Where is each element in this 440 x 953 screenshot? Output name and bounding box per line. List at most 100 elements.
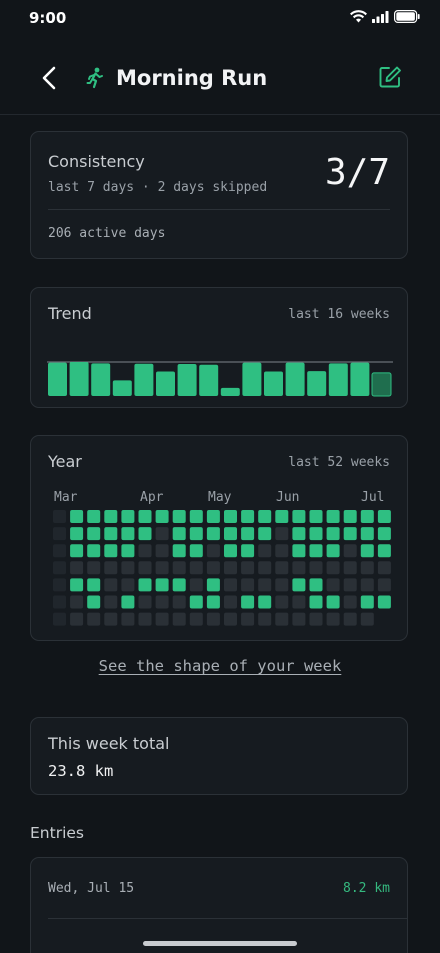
heatmap-cell xyxy=(189,510,203,523)
heatmap-cell xyxy=(155,544,169,558)
heatmap-cell xyxy=(189,612,203,626)
heatmap-cell xyxy=(258,578,272,592)
heatmap-cell xyxy=(172,561,186,575)
entry-date[interactable]: Wed, Jul 15 xyxy=(48,881,134,896)
trend-range: last 16 weeks xyxy=(288,307,390,322)
heatmap-cell xyxy=(172,595,186,609)
heatmap-cell xyxy=(309,510,323,523)
heatmap-cell xyxy=(360,510,374,523)
heatmap-cell xyxy=(104,612,118,626)
heatmap-cell xyxy=(309,595,323,609)
heatmap-cell xyxy=(155,578,169,592)
heatmap-cell xyxy=(343,510,357,523)
heatmap-cell xyxy=(87,595,101,609)
heatmap-cell xyxy=(53,510,66,523)
heatmap-cell xyxy=(172,612,186,626)
heatmap-cell xyxy=(87,578,101,592)
heatmap-cell xyxy=(87,527,101,541)
heatmap-cell xyxy=(326,595,340,609)
trend-bar xyxy=(48,362,67,396)
heatmap-cell xyxy=(53,561,66,575)
heatmap-cell xyxy=(172,510,186,523)
heatmap-cell xyxy=(138,544,152,558)
shape-of-week-link[interactable]: See the shape of your week xyxy=(0,657,440,675)
heatmap-cell xyxy=(172,544,186,558)
heatmap-cell xyxy=(292,527,306,541)
edit-icon[interactable] xyxy=(378,65,402,89)
heatmap-cell xyxy=(275,510,289,523)
trend-bar xyxy=(91,363,111,396)
heatmap-cell xyxy=(121,595,135,609)
heatmap-cell xyxy=(377,544,391,558)
heatmap-cell xyxy=(292,561,306,575)
home-indicator[interactable] xyxy=(143,941,297,946)
heatmap-cell xyxy=(258,595,272,609)
heatmap-cell xyxy=(104,561,118,575)
year-card[interactable]: Year last 52 weeks Mar Apr May Jun Jul xyxy=(30,435,408,641)
status-bar: 9:00 xyxy=(0,0,440,36)
heatmap-cell xyxy=(189,595,203,609)
heatmap-cell xyxy=(224,612,237,626)
back-chevron-icon[interactable] xyxy=(38,64,62,92)
trend-bar xyxy=(328,363,348,396)
heatmap-cell xyxy=(121,544,135,558)
wifi-icon xyxy=(350,10,367,23)
year-label: Year xyxy=(48,452,82,471)
heatmap-cell xyxy=(309,578,323,592)
week-total-card: This week total 23.8 km xyxy=(30,717,408,795)
entry-divider xyxy=(48,918,407,919)
heatmap-cell xyxy=(70,561,84,575)
heatmap-cell xyxy=(360,561,374,575)
heatmap-cell xyxy=(360,595,374,609)
heatmap-cell xyxy=(224,510,237,523)
trend-bar xyxy=(242,362,262,396)
heatmap-cell xyxy=(206,612,220,626)
heatmap-cell xyxy=(155,595,169,609)
heatmap-cell xyxy=(275,595,289,609)
heatmap-cell xyxy=(53,578,66,592)
heatmap-cell xyxy=(138,527,152,541)
heatmap-cell xyxy=(53,595,66,609)
heatmap-cell xyxy=(275,561,289,575)
week-total-label: This week total xyxy=(48,734,170,753)
runner-icon xyxy=(86,67,103,89)
page-title: Morning Run xyxy=(116,66,268,90)
heatmap-cell xyxy=(138,510,152,523)
heatmap-cell xyxy=(121,527,135,541)
heatmap-cell xyxy=(138,578,152,592)
heatmap-cell xyxy=(309,527,323,541)
heatmap-cell xyxy=(275,578,289,592)
heatmap-cell xyxy=(326,544,340,558)
entry-distance: 8.2 km xyxy=(343,881,390,896)
heatmap-cell xyxy=(104,527,118,541)
heatmap-cell xyxy=(326,612,340,626)
heatmap-cell xyxy=(241,544,255,558)
trend-card[interactable]: Trend last 16 weeks xyxy=(30,287,408,408)
heatmap-cell xyxy=(343,612,357,626)
heatmap-cell xyxy=(172,578,186,592)
heatmap-cell xyxy=(224,578,237,592)
consistency-card: Consistency last 7 days · 2 days skipped… xyxy=(30,131,408,259)
trend-bar xyxy=(350,362,370,396)
heatmap-cell xyxy=(343,527,357,541)
heatmap-cell xyxy=(377,561,391,575)
battery-icon xyxy=(394,10,420,23)
heatmap-cell xyxy=(172,527,186,541)
month-label: May xyxy=(208,490,232,505)
heatmap-cell xyxy=(53,527,66,541)
month-labels: Mar Apr May Jun Jul xyxy=(31,490,409,506)
heatmap-cell xyxy=(377,595,391,609)
heatmap-cell xyxy=(206,544,220,558)
heatmap-cell xyxy=(292,510,306,523)
heatmap-cell xyxy=(224,595,237,609)
heatmap-cell xyxy=(121,578,135,592)
heatmap-cell xyxy=(138,612,152,626)
heatmap-cell xyxy=(138,595,152,609)
trend-bar xyxy=(69,362,89,396)
heatmap-cell xyxy=(70,578,84,592)
entries-list: Wed, Jul 15 8.2 km xyxy=(30,857,408,953)
heatmap-cell xyxy=(292,578,306,592)
heatmap-cell xyxy=(70,510,84,523)
month-label: Jun xyxy=(276,490,300,505)
heatmap-cell xyxy=(360,578,374,592)
